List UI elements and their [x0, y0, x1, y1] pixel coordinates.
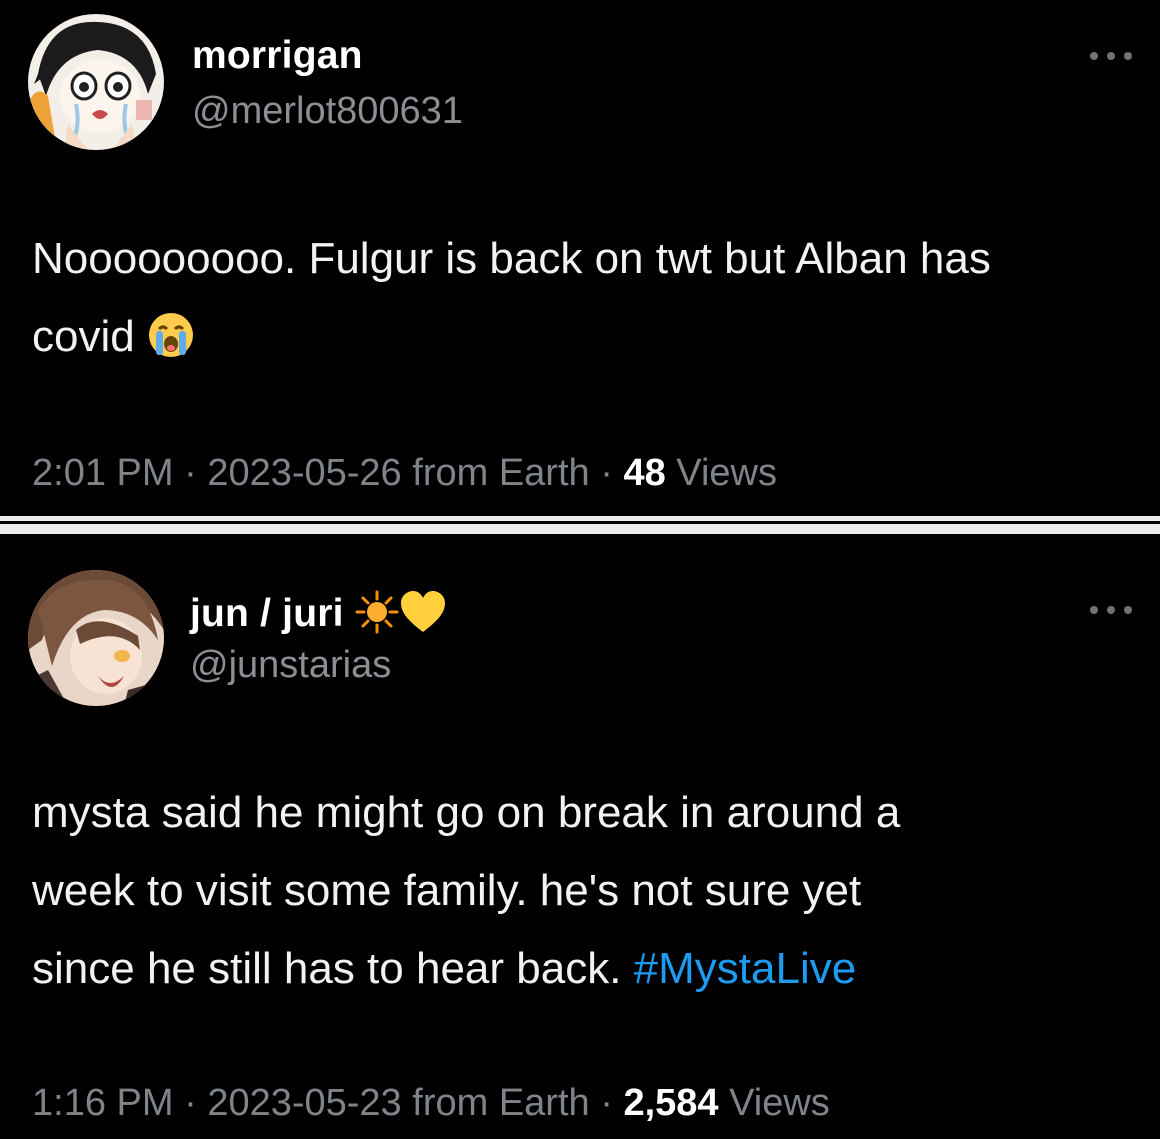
display-name[interactable]: morrigan: [192, 34, 363, 78]
hashtag-link[interactable]: #MystaLive: [634, 944, 857, 993]
tweet-meta: 1:16 PM · 2023-05-23 from Earth · 2,584 …: [32, 1082, 830, 1125]
tweet-card-2[interactable]: jun / juri @junstarias mysta said he mig…: [0, 534, 1160, 1139]
ellipsis-icon[interactable]: [1090, 50, 1132, 62]
meta-separator: ·: [600, 1082, 613, 1124]
views-label[interactable]: Views: [729, 1082, 830, 1124]
display-name[interactable]: jun / juri: [190, 590, 447, 644]
tweet-time: 1:16 PM: [32, 1082, 174, 1124]
tweet-date: 2023-05-26: [207, 452, 402, 494]
views-count[interactable]: 48: [623, 452, 665, 494]
tweet-time: 2:01 PM: [32, 452, 174, 494]
tweet-text: Nooooooooo. Fulgur is back on twt but Al…: [32, 220, 1140, 384]
loudly-crying-face-icon: [147, 306, 195, 384]
avatar-image: [28, 570, 164, 706]
views-count[interactable]: 2,584: [623, 1082, 718, 1124]
tweet-source: from Earth: [412, 452, 590, 494]
user-handle[interactable]: @merlot800631: [192, 90, 463, 133]
avatar[interactable]: [28, 14, 164, 150]
tweet-card-1[interactable]: morrigan @merlot800631 Nooooooooo. Fulgu…: [0, 0, 1160, 516]
tweet-text: mysta said he might go on break in aroun…: [32, 774, 1140, 1008]
avatar-image: [28, 14, 164, 150]
meta-separator: ·: [184, 452, 197, 494]
sun-icon: [355, 590, 399, 644]
tweet-meta: 2:01 PM · 2023-05-26 from Earth · 48 Vie…: [32, 452, 777, 495]
tweet-date: 2023-05-23: [207, 1082, 402, 1124]
tweet-source: from Earth: [412, 1082, 590, 1124]
meta-separator: ·: [600, 452, 613, 494]
avatar[interactable]: [28, 570, 164, 706]
display-name-text: jun / juri: [190, 592, 344, 635]
views-label[interactable]: Views: [676, 452, 777, 494]
yellow-heart-icon: [399, 590, 447, 644]
ellipsis-icon[interactable]: [1090, 604, 1132, 616]
tweet-divider: [0, 516, 1160, 534]
user-handle[interactable]: @junstarias: [190, 644, 391, 687]
meta-separator: ·: [184, 1082, 197, 1124]
